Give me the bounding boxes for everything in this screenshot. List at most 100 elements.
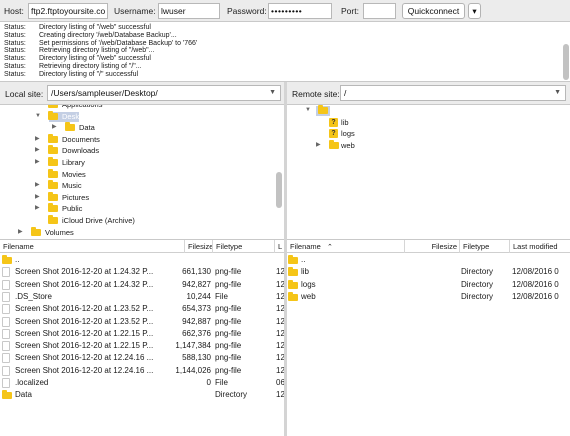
- collapsed-arrow-icon[interactable]: ▶: [18, 227, 23, 239]
- collapsed-arrow-icon[interactable]: ▶: [316, 140, 321, 152]
- table-row[interactable]: Screen Shot 2016-12-20 at 12.24.16 ... 1,…: [0, 365, 284, 377]
- table-row[interactable]: Screen Shot 2016-12-20 at 1.24.32 P... 94…: [0, 279, 284, 291]
- file-type: File: [215, 291, 228, 301]
- log-scrollbar[interactable]: [563, 44, 569, 80]
- remote-site-path-text: /: [344, 88, 347, 98]
- local-directory-tree: Applications ▼ Desktop ▶ Data ▶ Documents ▶ Down…: [0, 104, 284, 240]
- tree-item-documents[interactable]: ▶ Documents: [0, 133, 284, 146]
- folder-icon: [65, 122, 75, 132]
- username-input[interactable]: lwuser: [158, 3, 220, 19]
- file-name: logs: [301, 279, 316, 289]
- table-row[interactable]: web Directory 12/08/2016 0: [287, 291, 570, 303]
- collapsed-arrow-icon[interactable]: ▶: [35, 192, 40, 204]
- file-name: ..: [301, 255, 306, 264]
- local-col-filename[interactable]: Filename: [0, 240, 185, 253]
- log-line: Status: Set permissions of '/web/Database…: [4, 40, 197, 48]
- remote-site-path-select[interactable]: / ▼: [340, 85, 566, 101]
- log-message: Retrieving directory listing of "/web"..…: [39, 47, 155, 55]
- log-line: Status: Retrieving directory listing of "…: [4, 63, 142, 71]
- remote-col-filename[interactable]: Filename ⌃: [287, 240, 405, 253]
- local-file-list: Filename Filesize Filetype L .. Screen Sh…: [0, 240, 284, 436]
- file-modified: 12: [276, 291, 284, 301]
- collapsed-arrow-icon[interactable]: ▶: [35, 145, 40, 157]
- file-size: [405, 254, 458, 266]
- table-row[interactable]: Screen Shot 2016-12-20 at 12.24.16 ... 58…: [0, 352, 284, 364]
- tree-item-label: Pictures: [62, 192, 90, 202]
- table-row[interactable]: logs Directory 12/08/2016 0: [287, 279, 570, 291]
- file-size: 10,244: [186, 291, 211, 301]
- folder-icon: [48, 157, 58, 166]
- table-row[interactable]: .DS_Store 10,244 File 12: [0, 291, 284, 303]
- file-type: png-file: [215, 267, 242, 277]
- local-col-filesize[interactable]: Filesize: [185, 240, 213, 253]
- folder-icon: [48, 180, 58, 190]
- local-file-list-header: Filename Filesize Filetype L: [0, 240, 284, 253]
- table-row[interactable]: Screen Shot 2016-12-20 at 1.23.52 P... 65…: [0, 303, 284, 315]
- table-row[interactable]: Screen Shot 2016-12-20 at 1.22.15 P... 66…: [0, 328, 284, 340]
- folder-icon: [318, 105, 328, 114]
- log-line: Status: Retrieving directory listing of "…: [4, 47, 154, 55]
- file-modified: 12/08/2016 0: [512, 291, 559, 301]
- table-row[interactable]: Screen Shot 2016-12-20 at 1.24.32 P... 66…: [0, 266, 284, 278]
- log-status-key: Status:: [4, 39, 26, 47]
- table-row[interactable]: ..: [287, 254, 570, 266]
- file-modified: 12: [276, 328, 284, 338]
- tree-item-music[interactable]: ▶ Music: [0, 180, 284, 192]
- collapsed-arrow-icon[interactable]: ▶: [35, 157, 40, 169]
- collapsed-arrow-icon[interactable]: ▶: [35, 134, 40, 146]
- collapsed-arrow-icon[interactable]: ▶: [35, 180, 40, 192]
- table-row[interactable]: .localized 0 File 06: [0, 377, 284, 389]
- tree-item-downloads[interactable]: ▶ Downloads: [0, 145, 284, 157]
- file-size: 942,827: [182, 279, 211, 289]
- tree-item-icloud-drive-archive-[interactable]: iCloud Drive (Archive): [0, 215, 284, 227]
- table-row[interactable]: Screen Shot 2016-12-20 at 1.22.15 P... 1,…: [0, 340, 284, 352]
- tree-item-data[interactable]: ▶ Data: [0, 122, 284, 134]
- tree-item-desktop[interactable]: ▼ Desktop: [0, 110, 284, 123]
- tree-item-label: Applications: [62, 104, 103, 109]
- folder-icon: [48, 203, 58, 213]
- tree-item-pictures[interactable]: ▶ Pictures: [0, 191, 284, 204]
- remote-tree-item[interactable]: ▼: [287, 105, 570, 117]
- remote-col-modified[interactable]: Last modified: [510, 240, 570, 253]
- quickconnect-dropdown-icon[interactable]: ▾: [468, 3, 481, 19]
- remote-tree-item[interactable]: ▶ web: [287, 139, 570, 152]
- local-site-path-select[interactable]: /Users/sampleuser/Desktop/ ▼: [47, 85, 281, 101]
- file-modified: 12: [276, 267, 284, 277]
- tree-item-label: Desktop: [62, 111, 90, 121]
- tree-item-movies[interactable]: Movies: [0, 168, 284, 181]
- tree-item-applications[interactable]: Applications: [0, 104, 284, 111]
- local-tree-scrollbar[interactable]: [276, 172, 282, 208]
- remote-tree-item[interactable]: ? lib: [287, 117, 570, 129]
- file-type: Directory: [461, 279, 494, 289]
- file-type: Directory: [215, 390, 248, 400]
- tree-item-library[interactable]: ▶ Library: [0, 157, 284, 169]
- port-input[interactable]: [363, 3, 396, 19]
- file-icon: [2, 341, 10, 352]
- tree-item-volumes[interactable]: ▶ Volumes: [0, 226, 284, 239]
- local-col-filetype[interactable]: Filetype: [213, 240, 275, 253]
- file-size: [405, 279, 458, 291]
- collapsed-arrow-icon[interactable]: ▶: [52, 122, 57, 134]
- remote-col-filesize[interactable]: Filesize: [405, 240, 460, 253]
- remote-tree-item[interactable]: ? logs: [287, 128, 570, 140]
- folder-icon: [288, 279, 298, 289]
- host-input[interactable]: ftp2.ftptoyoursite.co: [28, 3, 108, 19]
- password-input[interactable]: •••••••••: [268, 3, 332, 19]
- pane-splitter[interactable]: [284, 82, 287, 436]
- table-row[interactable]: Screen Shot 2016-12-20 at 1.23.52 P... 94…: [0, 316, 284, 328]
- log-line: Status: Creating directory '/web/Database…: [4, 32, 177, 40]
- local-col-modified[interactable]: L: [275, 240, 284, 253]
- table-row[interactable]: lib Directory 12/08/2016 0: [287, 266, 570, 278]
- table-row[interactable]: Data Directory 12: [0, 389, 284, 401]
- file-icon: [2, 365, 10, 376]
- remote-col-filetype[interactable]: Filetype: [460, 240, 510, 253]
- table-row[interactable]: ..: [0, 254, 284, 266]
- folder-icon: [48, 145, 58, 155]
- expanded-arrow-icon[interactable]: ▼: [35, 111, 41, 123]
- expanded-arrow-icon[interactable]: ▼: [305, 105, 311, 117]
- local-site-label: Local site:: [5, 89, 44, 99]
- collapsed-arrow-icon[interactable]: ▶: [35, 203, 40, 215]
- tree-item-public[interactable]: ▶ Public: [0, 203, 284, 215]
- file-name: Screen Shot 2016-12-20 at 1.22.15 P...: [15, 328, 154, 338]
- quickconnect-button[interactable]: Quickconnect: [402, 3, 465, 19]
